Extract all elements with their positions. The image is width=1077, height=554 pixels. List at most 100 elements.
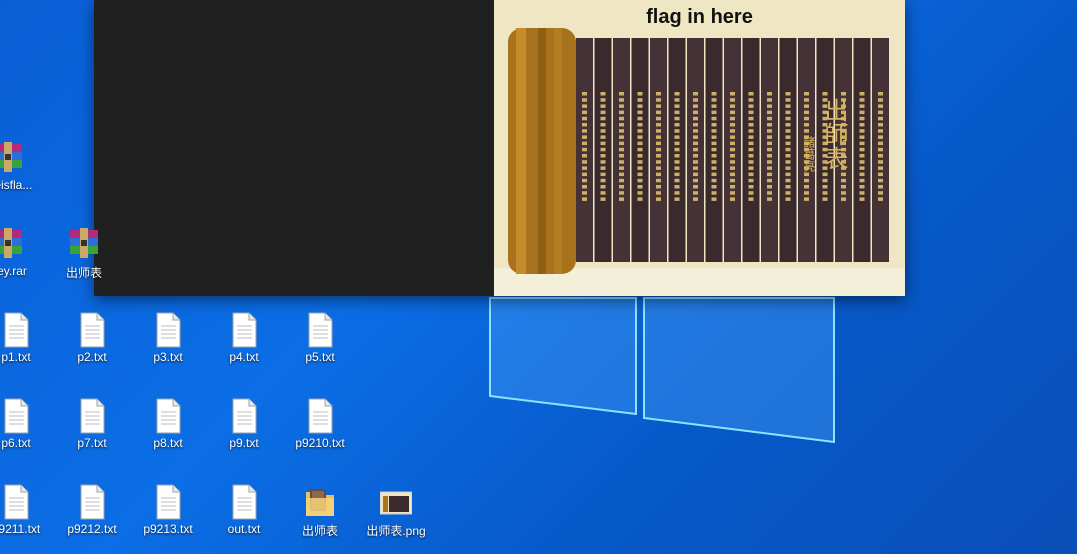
slat-character-mark (804, 104, 809, 108)
slat-character-mark (693, 172, 698, 177)
slat-character-mark (600, 123, 606, 127)
slat-character-mark (878, 154, 883, 158)
slat-character-mark (785, 154, 791, 158)
desktop-icon-label: p2.txt (77, 350, 107, 364)
desktop-icon[interactable]: Key.rar (0, 226, 44, 278)
slat-character-mark (600, 160, 606, 164)
slat-character-mark (785, 104, 791, 108)
slat-character-mark (859, 123, 865, 127)
desktop-icon[interactable]: 出师表.png (360, 484, 432, 539)
slat-character-mark (693, 154, 698, 158)
desktop-icon[interactable]: p4.txt (208, 312, 280, 364)
text-file-icon (0, 398, 32, 434)
scroll-author: 諸葛亮 (802, 136, 816, 172)
slat-character-mark (600, 172, 606, 177)
slat-character-mark (637, 92, 643, 96)
desktop-icon[interactable]: p5.txt (284, 312, 356, 364)
slat-character-mark (878, 178, 883, 183)
slat-character-mark (859, 178, 865, 183)
slat-character-mark (730, 98, 735, 102)
text-file-icon (0, 312, 32, 348)
desktop-icon[interactable]: p9213.txt (132, 484, 204, 536)
slat-character-mark (637, 98, 643, 102)
slat-character-mark (878, 141, 883, 146)
slat-character-mark (600, 104, 606, 108)
slat-character-mark (582, 154, 587, 158)
slat-character-mark (711, 135, 717, 139)
slat-character-mark (859, 135, 865, 139)
slat-character-mark (600, 129, 606, 133)
slat-character-mark (859, 185, 865, 189)
slat-character-mark (859, 141, 865, 146)
desktop-icon[interactable]: p1.txt (0, 312, 52, 364)
desktop-icon[interactable]: 出师表 (48, 226, 120, 281)
slat-character-mark (878, 191, 883, 195)
slat-character-mark (878, 160, 883, 164)
slat-character-mark (600, 110, 606, 115)
slat-character-mark (619, 129, 624, 133)
slat-character-mark (878, 129, 883, 133)
image-caption: flag in here (646, 6, 753, 28)
slat-character-mark (859, 92, 865, 96)
image-file-icon (379, 484, 413, 520)
image-viewer-window[interactable]: flag in here 出師表 諸葛亮 (94, 0, 905, 296)
slat-character-mark (785, 123, 791, 127)
slat-character-mark (600, 178, 606, 183)
slat-character-mark (693, 191, 698, 195)
desktop-icon-label: p5.txt (305, 350, 335, 364)
slat-character-mark (785, 98, 791, 102)
slat-character-mark (674, 110, 680, 115)
slat-character-mark (748, 110, 754, 115)
slat-character-mark (619, 123, 624, 127)
slat-character-mark (767, 92, 772, 96)
slat-character-mark (600, 191, 606, 195)
slat-character-mark (730, 172, 735, 177)
slat-character-mark (656, 154, 661, 158)
desktop-icon[interactable]: p9212.txt (56, 484, 128, 536)
slat-character-mark (841, 178, 846, 183)
desktop-icon[interactable]: p9210.txt (284, 398, 356, 450)
slat-character-mark (637, 116, 643, 121)
desktop-icon[interactable]: p7.txt (56, 398, 128, 450)
desktop-icon-label: p6.txt (1, 436, 31, 450)
slat-character-mark (730, 123, 735, 127)
desktop-icon[interactable]: p9211.txt (0, 484, 52, 536)
desktop-icon[interactable]: p3.txt (132, 312, 204, 364)
slat-character-mark (674, 104, 680, 108)
slat-character-mark (693, 197, 698, 201)
desktop-icon[interactable]: p2.txt (56, 312, 128, 364)
slat-character-mark (767, 185, 772, 189)
slat-character-mark (730, 197, 735, 201)
slat-character-mark (730, 191, 735, 195)
desktop-icon[interactable]: p9.txt (208, 398, 280, 450)
slat-character-mark (859, 172, 865, 177)
slat-character-mark (711, 197, 717, 201)
desktop-icon[interactable]: 出师表 (284, 484, 356, 539)
slat-character-mark (748, 104, 754, 108)
slat-character-mark (600, 141, 606, 146)
text-file-icon (0, 484, 32, 520)
winrar-archive-icon (0, 226, 24, 262)
slat-character-mark (748, 197, 754, 201)
desktop-icon[interactable]: p8.txt (132, 398, 204, 450)
desktop-icon[interactable]: ereisfla... (0, 140, 44, 192)
slat-character-mark (674, 197, 680, 201)
slat-character-mark (637, 154, 643, 158)
slat-character-mark (693, 98, 698, 102)
slat-character-mark (841, 172, 846, 177)
desktop-icon-label: p9210.txt (295, 436, 345, 450)
slat-character-mark (804, 92, 809, 96)
slat-character-mark (656, 160, 661, 164)
slat-character-mark (804, 197, 809, 201)
slat-character-mark (637, 135, 643, 139)
slat-character-mark (767, 123, 772, 127)
desktop-icon[interactable]: p6.txt (0, 398, 52, 450)
slat-character-mark (637, 104, 643, 108)
slat-character-mark (619, 166, 624, 170)
slat-character-mark (619, 141, 624, 146)
slat-character-mark (767, 191, 772, 195)
slat-character-mark (637, 141, 643, 146)
slat-character-mark (785, 160, 791, 164)
desktop-icon[interactable]: out.txt (208, 484, 280, 536)
slat-character-mark (656, 185, 661, 189)
